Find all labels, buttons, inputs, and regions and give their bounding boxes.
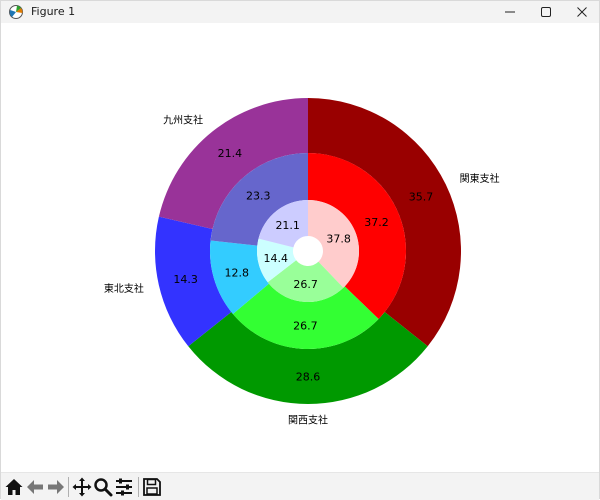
back-arrow-icon[interactable] <box>25 477 45 497</box>
toolbar-separator <box>138 477 139 497</box>
maximize-button[interactable] <box>528 1 564 23</box>
pie-category-label-0: 関東支社 <box>460 172 500 185</box>
window-title: Figure 1 <box>31 5 76 18</box>
pie-value-label-inner-1: 26.7 <box>293 278 318 291</box>
pie-value-label-outer-1: 28.6 <box>296 371 321 384</box>
pan-move-icon[interactable] <box>72 477 92 497</box>
pie-value-label-middle-0: 37.2 <box>364 216 389 229</box>
pie-category-label-3: 九州支社 <box>163 113 203 126</box>
pie-value-label-middle-3: 23.3 <box>246 190 271 203</box>
matplotlib-app-icon <box>9 5 23 19</box>
configure-subplots-icon[interactable] <box>114 477 134 497</box>
pie-category-label-1: 関西支社 <box>288 413 328 426</box>
save-floppy-icon[interactable] <box>142 477 162 497</box>
home-icon[interactable] <box>4 477 24 497</box>
navigation-toolbar <box>1 472 599 500</box>
maximize-icon <box>541 7 551 17</box>
close-button[interactable] <box>564 1 600 23</box>
pie-value-label-inner-2: 14.4 <box>263 252 288 265</box>
nested-pie-chart: 35.7 関東支社 28.6 関西支社 14.3 東北支社 21.4 九州支社 37.2 26.7… <box>104 98 500 426</box>
close-icon <box>577 7 587 17</box>
pie-value-label-inner-0: 37.8 <box>326 233 351 246</box>
plot-canvas[interactable]: 35.7 関東支社 28.6 関西支社 14.3 東北支社 21.4 九州支社 37.2 26.7… <box>1 23 599 471</box>
pie-value-label-outer-2: 14.3 <box>173 273 198 286</box>
figure-window: Figure 1 35.7 関東支社 28.6 関西支社 14.3 東北支社 21.4 九州支… <box>0 0 600 500</box>
title-bar: Figure 1 <box>1 1 599 23</box>
pie-value-label-outer-3: 21.4 <box>218 147 243 160</box>
zoom-magnifier-icon[interactable] <box>93 477 113 497</box>
minimize-button[interactable] <box>492 1 528 23</box>
forward-arrow-icon[interactable] <box>46 477 66 497</box>
pie-value-label-middle-1: 26.7 <box>293 319 318 332</box>
pie-value-label-outer-0: 35.7 <box>409 190 434 203</box>
toolbar-separator <box>68 477 69 497</box>
pie-value-label-inner-3: 21.1 <box>275 219 300 232</box>
pie-value-label-middle-2: 12.8 <box>224 267 249 280</box>
minimize-icon <box>505 11 515 13</box>
pie-category-label-2: 東北支社 <box>104 282 144 295</box>
